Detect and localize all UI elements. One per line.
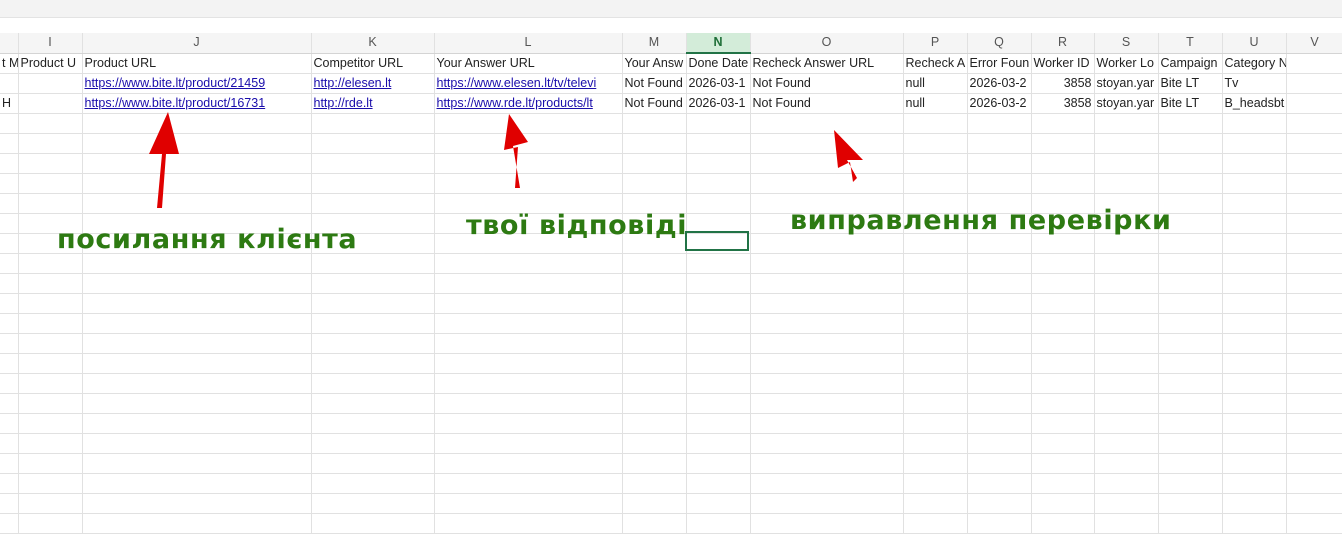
arrow-client-link (149, 112, 179, 208)
arrow-recheck-fix (834, 130, 863, 182)
annotation-client-link: посилання клієнта (57, 224, 358, 255)
arrow-your-answers (504, 114, 528, 188)
annotation-arrows (149, 112, 863, 208)
annotation-your-answers: твої відповіді (466, 210, 688, 241)
annotation-recheck-fix: виправлення перевірки (790, 205, 1172, 236)
